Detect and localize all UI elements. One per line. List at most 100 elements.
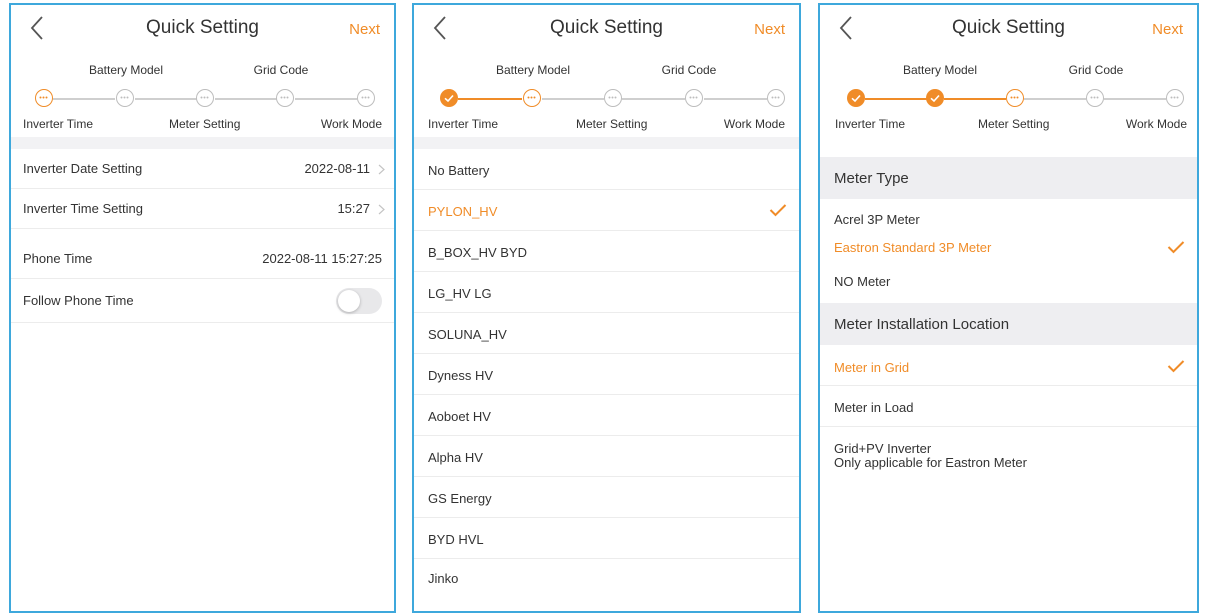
meter-location-option[interactable]: Meter in Load bbox=[820, 386, 1197, 427]
page-title: Quick Setting bbox=[952, 17, 1065, 38]
step-connector bbox=[53, 98, 115, 100]
row-label: Inverter Time Setting bbox=[23, 201, 143, 216]
inverter-date-row[interactable]: Inverter Date Setting 2022-08-11 bbox=[11, 149, 394, 189]
separator bbox=[820, 137, 1197, 157]
battery-option-label: Jinko bbox=[428, 571, 459, 586]
battery-option[interactable]: GS Energy bbox=[414, 477, 799, 518]
next-button[interactable]: Next bbox=[754, 21, 785, 38]
step-grid-code[interactable] bbox=[276, 89, 294, 107]
check-icon bbox=[769, 204, 787, 217]
step-work-mode[interactable] bbox=[1166, 89, 1184, 107]
step-meter-setting[interactable] bbox=[604, 89, 622, 107]
grid-pv-inverter-label: Grid+PV Inverter bbox=[834, 441, 932, 456]
step-inverter-time[interactable] bbox=[440, 89, 458, 107]
step-label-inverter-time: Inverter Time bbox=[835, 117, 906, 131]
step-connector bbox=[622, 98, 685, 100]
header: Quick Setting Next bbox=[414, 5, 799, 55]
row-label: Follow Phone Time bbox=[23, 293, 134, 308]
step-connector bbox=[295, 98, 357, 100]
battery-option[interactable]: BYD HVL bbox=[414, 518, 799, 559]
battery-option-label: BYD HVL bbox=[428, 532, 484, 547]
screen-battery-model: Quick Setting Next Battery Model Grid Co… bbox=[412, 3, 801, 613]
battery-option[interactable]: SOLUNA_HV bbox=[414, 313, 799, 354]
step-label-work-mode: Work Mode bbox=[320, 117, 382, 131]
battery-option-label: LG_HV LG bbox=[428, 286, 492, 301]
section-title: Meter Installation Location bbox=[834, 316, 1010, 333]
step-inverter-time[interactable] bbox=[35, 89, 53, 107]
step-inverter-time[interactable] bbox=[847, 89, 865, 107]
battery-option-label: Aoboet HV bbox=[428, 409, 491, 424]
step-label-work-mode: Work Mode bbox=[723, 117, 785, 131]
row-value: 15:27 bbox=[337, 201, 370, 216]
meter-type-option[interactable]: NO Meter bbox=[820, 267, 1197, 303]
battery-option[interactable]: Aoboet HV bbox=[414, 395, 799, 436]
stepper: Battery Model Grid Code Inverter Time Me… bbox=[11, 55, 394, 137]
battery-option-label: B_BOX_HV BYD bbox=[428, 245, 527, 260]
step-connector bbox=[542, 98, 604, 100]
step-connector bbox=[215, 98, 277, 100]
step-label-battery-model: Battery Model bbox=[495, 63, 571, 77]
battery-option-label: SOLUNA_HV bbox=[428, 327, 507, 342]
stepper: Battery Model Grid Code Inverter Time Me… bbox=[820, 55, 1197, 137]
follow-phone-time-toggle[interactable] bbox=[336, 288, 382, 314]
meter-location-label: Meter in Grid bbox=[834, 360, 910, 375]
grid-pv-inverter-option[interactable]: Grid+PV Inverter Only applicable for Eas… bbox=[820, 427, 1197, 487]
step-battery-model[interactable] bbox=[116, 89, 134, 107]
page-title: Quick Setting bbox=[550, 17, 663, 38]
step-connector bbox=[944, 98, 1006, 100]
step-grid-code[interactable] bbox=[1086, 89, 1104, 107]
next-button[interactable]: Next bbox=[349, 21, 380, 38]
screen-meter-setting: Quick Setting Next Battery Model Grid Co… bbox=[818, 3, 1199, 613]
battery-option-label: Alpha HV bbox=[428, 450, 483, 465]
follow-phone-time-row: Follow Phone Time bbox=[11, 279, 394, 323]
step-connector bbox=[704, 98, 767, 100]
meter-type-option[interactable]: Acrel 3P Meter bbox=[820, 199, 1197, 233]
row-value: 2022-08-11 bbox=[304, 161, 370, 176]
check-icon bbox=[1167, 360, 1185, 373]
step-label-grid-code: Grid Code bbox=[253, 63, 309, 77]
separator bbox=[414, 137, 799, 149]
step-work-mode[interactable] bbox=[767, 89, 785, 107]
battery-option[interactable]: LG_HV LG bbox=[414, 272, 799, 313]
separator bbox=[11, 229, 394, 239]
meter-location-header: Meter Installation Location bbox=[820, 303, 1197, 345]
battery-option-label: Dyness HV bbox=[428, 368, 494, 383]
step-battery-model[interactable] bbox=[523, 89, 541, 107]
step-label-grid-code: Grid Code bbox=[1068, 63, 1124, 77]
step-work-mode[interactable] bbox=[357, 89, 375, 107]
page-title: Quick Setting bbox=[146, 17, 259, 38]
grid-pv-inverter-note: Only applicable for Eastron Meter bbox=[834, 455, 1027, 470]
step-connector bbox=[1024, 98, 1086, 100]
chevron-right-icon bbox=[378, 204, 385, 215]
battery-option[interactable]: B_BOX_HV BYD bbox=[414, 231, 799, 272]
step-connector bbox=[1104, 98, 1166, 100]
battery-option[interactable]: PYLON_HV bbox=[414, 190, 799, 231]
section-title: Meter Type bbox=[834, 170, 909, 187]
check-icon bbox=[1167, 241, 1185, 254]
screen-inverter-time: Quick Setting Next Battery Model Grid Co… bbox=[9, 3, 396, 613]
meter-type-label: Eastron Standard 3P Meter bbox=[834, 240, 992, 255]
battery-option[interactable]: Alpha HV bbox=[414, 436, 799, 477]
row-label: Phone Time bbox=[23, 251, 93, 266]
step-battery-model[interactable] bbox=[926, 89, 944, 107]
meter-type-option[interactable]: Eastron Standard 3P Meter bbox=[820, 233, 1197, 267]
meter-type-header: Meter Type bbox=[820, 157, 1197, 199]
battery-option[interactable]: Jinko bbox=[414, 559, 799, 600]
next-button[interactable]: Next bbox=[1152, 21, 1183, 38]
step-label-grid-code: Grid Code bbox=[661, 63, 717, 77]
step-connector bbox=[458, 98, 522, 100]
meter-type-label: NO Meter bbox=[834, 274, 891, 289]
step-meter-setting[interactable] bbox=[1006, 89, 1024, 107]
battery-option[interactable]: No Battery bbox=[414, 149, 799, 190]
step-meter-setting[interactable] bbox=[196, 89, 214, 107]
meter-location-option[interactable]: Meter in Grid bbox=[820, 345, 1197, 386]
inverter-time-row[interactable]: Inverter Time Setting 15:27 bbox=[11, 189, 394, 229]
step-label-inverter-time: Inverter Time bbox=[23, 117, 94, 131]
row-value: 2022-08-11 15:27:25 bbox=[262, 251, 382, 266]
step-label-battery-model: Battery Model bbox=[902, 63, 978, 77]
row-label: Inverter Date Setting bbox=[23, 161, 143, 176]
battery-option[interactable]: Dyness HV bbox=[414, 354, 799, 395]
step-grid-code[interactable] bbox=[685, 89, 703, 107]
stepper: Battery Model Grid Code Inverter Time Me… bbox=[414, 55, 799, 137]
battery-option-label: PYLON_HV bbox=[428, 204, 498, 219]
